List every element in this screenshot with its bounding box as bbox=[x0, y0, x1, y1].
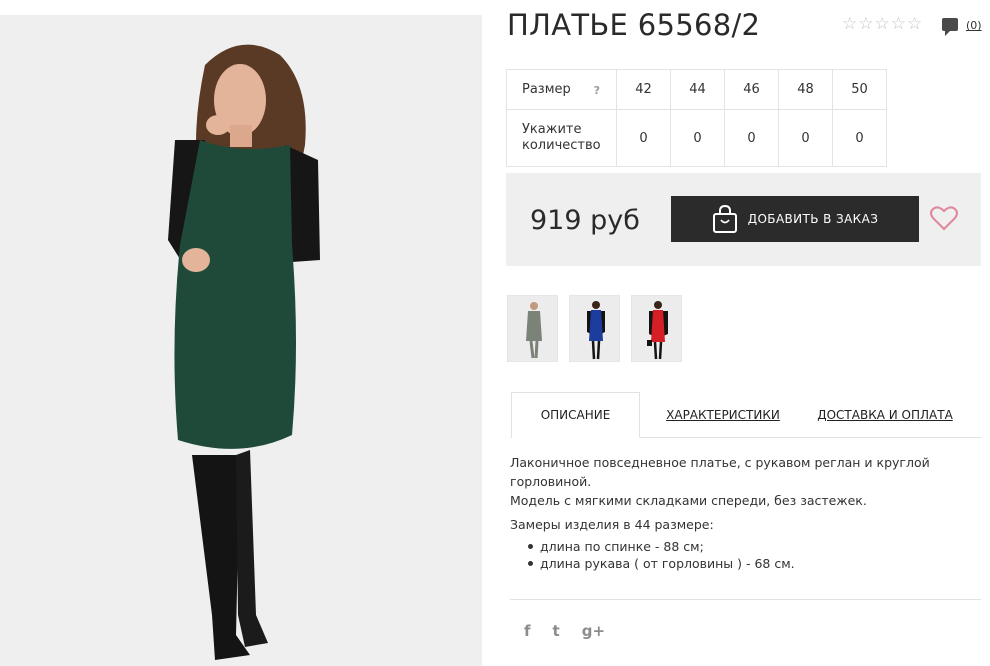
star-icon[interactable]: ☆ bbox=[891, 16, 906, 33]
quantity-row: Укажите количество 0 0 0 0 0 bbox=[506, 109, 887, 167]
star-icon[interactable]: ☆ bbox=[858, 16, 873, 33]
measurements-title: Замеры изделия в 44 размере: bbox=[510, 517, 714, 532]
size-cell: 44 bbox=[670, 69, 725, 110]
google-plus-icon[interactable]: g+ bbox=[582, 622, 605, 640]
size-label-cell: Размер ? bbox=[506, 69, 617, 110]
thumbnail-grey-dress[interactable] bbox=[507, 295, 558, 362]
size-label: Размер bbox=[522, 81, 571, 97]
product-title: ПЛАТЬЕ 65568/2 bbox=[507, 8, 761, 42]
list-item: длина рукава ( от горловины ) - 68 см. bbox=[528, 555, 795, 572]
description-line: Модель с мягкими складками спереди, без … bbox=[510, 493, 867, 508]
product-main-image[interactable] bbox=[0, 15, 482, 666]
quantity-input[interactable]: 0 bbox=[724, 109, 779, 167]
list-item: длина по спинке - 88 см; bbox=[528, 538, 795, 555]
size-table: Размер ? 42 44 46 48 50 Укажите количест… bbox=[506, 69, 887, 167]
size-row: Размер ? 42 44 46 48 50 bbox=[506, 69, 887, 110]
star-icon[interactable]: ☆ bbox=[907, 16, 922, 33]
thumbnail-red-dress[interactable] bbox=[631, 295, 682, 362]
product-tabs: ОПИСАНИЕ ХАРАКТЕРИСТИКИ ДОСТАВКА И ОПЛАТ… bbox=[510, 392, 981, 438]
quantity-label: Укажите количество bbox=[506, 109, 617, 167]
size-cell: 50 bbox=[832, 69, 887, 110]
tab-characteristics[interactable]: ХАРАКТЕРИСТИКИ bbox=[663, 392, 783, 438]
size-cell: 46 bbox=[724, 69, 779, 110]
twitter-icon[interactable]: t bbox=[553, 622, 560, 640]
thumbnail-list bbox=[507, 295, 682, 362]
social-share: f t g+ bbox=[524, 622, 605, 640]
description-text: Лаконичное повседневное платье, с рукаво… bbox=[510, 453, 985, 510]
quantity-input[interactable]: 0 bbox=[778, 109, 833, 167]
quantity-input[interactable]: 0 bbox=[832, 109, 887, 167]
star-icon[interactable]: ☆ bbox=[875, 16, 890, 33]
quantity-input[interactable]: 0 bbox=[616, 109, 671, 167]
quantity-input[interactable]: 0 bbox=[670, 109, 725, 167]
measurements-list: длина по спинке - 88 см; длина рукава ( … bbox=[528, 538, 795, 572]
rating-stars[interactable]: ☆ ☆ ☆ ☆ ☆ bbox=[842, 16, 922, 33]
star-icon[interactable]: ☆ bbox=[842, 16, 857, 33]
divider bbox=[510, 599, 981, 600]
add-to-order-label: ДОБАВИТЬ В ЗАКАЗ bbox=[747, 212, 879, 226]
size-help-icon[interactable]: ? bbox=[594, 83, 600, 99]
price-box: 919 руб ДОБАВИТЬ В ЗАКАЗ bbox=[506, 173, 981, 266]
size-cell: 42 bbox=[616, 69, 671, 110]
shopping-bag-icon bbox=[712, 205, 737, 233]
size-cell: 48 bbox=[778, 69, 833, 110]
facebook-icon[interactable]: f bbox=[524, 622, 531, 640]
add-to-order-button[interactable]: ДОБАВИТЬ В ЗАКАЗ bbox=[671, 196, 919, 242]
comment-icon[interactable] bbox=[942, 18, 958, 36]
description-line: Лаконичное повседневное платье, с рукаво… bbox=[510, 455, 930, 489]
tab-delivery-payment[interactable]: ДОСТАВКА И ОПЛАТА bbox=[817, 392, 953, 438]
heart-icon[interactable] bbox=[930, 205, 958, 231]
tab-description[interactable]: ОПИСАНИЕ bbox=[511, 392, 640, 438]
product-page: ПЛАТЬЕ 65568/2 ☆ ☆ ☆ ☆ ☆ (0) Размер ? 42… bbox=[0, 0, 990, 666]
price: 919 руб bbox=[530, 205, 640, 236]
thumbnail-blue-dress[interactable] bbox=[569, 295, 620, 362]
reviews-count-link[interactable]: (0) bbox=[966, 19, 982, 32]
